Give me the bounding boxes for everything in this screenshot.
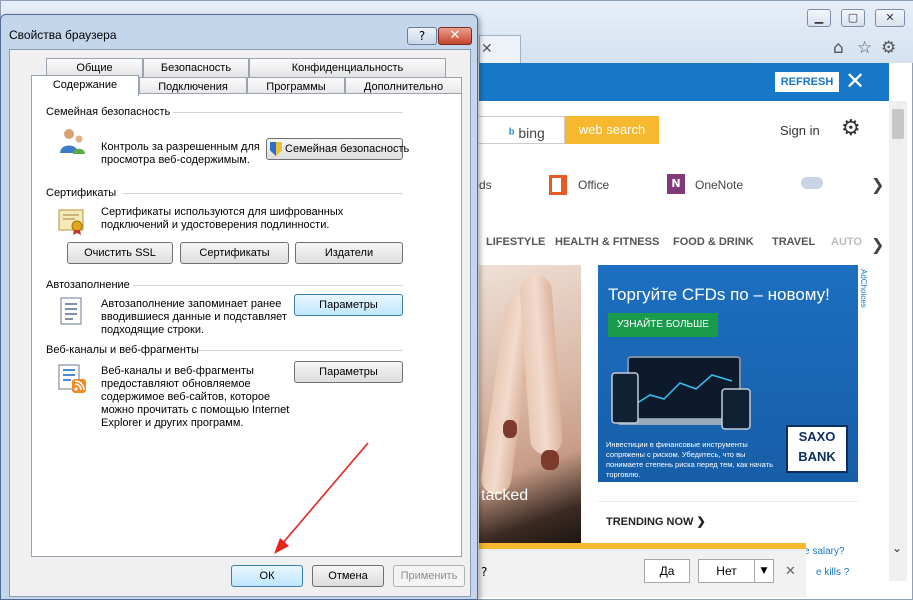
family-safety-desc: Контроль за разрешенным для просмотра ве…: [101, 141, 260, 166]
clear-ssl-button[interactable]: Очистить SSL: [67, 242, 173, 264]
family-safety-button-label: Семейная безопасность: [285, 143, 410, 155]
browser-properties-dialog: Свойства браузера ? ✕ Общие Безопасность…: [0, 14, 478, 600]
photo-finger: [518, 274, 564, 456]
advertisement[interactable]: Торгуйте CFDs по – новому! УЗНАЙТЕ БОЛЬШ…: [598, 265, 858, 482]
saxo-bank-logo: SAXO BANK: [786, 425, 848, 473]
trending-link[interactable]: e salary?: [804, 546, 845, 557]
web-search-button[interactable]: web search: [565, 116, 659, 144]
family-safety-icon: [60, 129, 85, 154]
ad-devices-image: [611, 356, 751, 430]
trending-link[interactable]: e kills ?: [816, 567, 849, 578]
bing-label: bing: [518, 125, 545, 141]
tab-privacy[interactable]: Конфиденциальность: [249, 58, 446, 77]
uac-shield-icon: [270, 142, 282, 156]
window-close-button[interactable]: ✕: [875, 9, 905, 27]
nav-item-health[interactable]: HEALTH & FITNESS: [555, 236, 659, 248]
bing-b-icon: ᵇ: [509, 125, 515, 141]
photo-caption[interactable]: tacked: [481, 487, 528, 505]
dialog-title: Свойства браузера: [9, 28, 117, 42]
nav-item-auto[interactable]: AUTO: [831, 236, 862, 248]
ad-learn-more-button[interactable]: УЗНАЙТЕ БОЛЬШЕ: [608, 313, 718, 337]
chevron-right-icon[interactable]: ❯: [871, 175, 884, 194]
certificates-desc: Сертификаты используются для шифрованных…: [101, 206, 344, 231]
publishers-button[interactable]: Издатели: [295, 242, 403, 264]
category-nav: LIFESTYLE HEALTH & FITNESS FOOD & DRINK …: [479, 231, 889, 255]
nav-item-food[interactable]: FOOD & DRINK: [673, 236, 754, 248]
certificate-icon: [58, 209, 84, 235]
home-icon[interactable]: ⌂: [833, 38, 844, 58]
apps-row: ds Office N OneNote ❯: [479, 171, 889, 205]
certificates-button[interactable]: Сертификаты: [180, 242, 289, 264]
app-item-partial[interactable]: ds: [479, 178, 492, 192]
autofill-settings-button[interactable]: Параметры: [294, 294, 403, 316]
feeds-desc: Веб-каналы и веб-фрагменты предоставляют…: [101, 365, 290, 429]
notification-no-button[interactable]: Нет: [698, 559, 755, 583]
ok-button[interactable]: ОК: [231, 565, 303, 587]
maximize-button[interactable]: ▢: [841, 9, 865, 27]
certificates-title: Сертификаты: [46, 187, 117, 199]
search-input[interactable]: ᵇ bing: [479, 116, 565, 144]
trending-title[interactable]: TRENDING NOW ❯: [606, 515, 706, 528]
divider: [199, 350, 403, 351]
ad-title: Торгуйте CFDs по – новому!: [608, 285, 830, 304]
chevron-right-icon[interactable]: ❯: [871, 235, 884, 254]
dialog-close-button[interactable]: ✕: [438, 27, 472, 45]
bing-logo: ᵇ bing: [509, 125, 545, 141]
apply-button[interactable]: Применить: [393, 565, 465, 587]
notification-question: ?: [481, 565, 488, 579]
close-icon[interactable]: ✕: [785, 564, 796, 579]
feeds-title: Веб-каналы и веб-фрагменты: [46, 344, 199, 356]
autofill-icon: [60, 297, 82, 325]
ad-disclaimer: Инвестиции в финансовые инструменты сопр…: [606, 440, 773, 479]
close-icon[interactable]: ✕: [845, 67, 865, 95]
adchoices-link[interactable]: AdChoices: [858, 269, 868, 308]
app-item-onenote[interactable]: OneNote: [695, 178, 743, 192]
photo-nail: [503, 420, 517, 438]
tab-content[interactable]: Содержание: [31, 75, 139, 96]
divider: [173, 112, 403, 113]
family-safety-title: Семейная безопасность: [46, 106, 171, 118]
vertical-scrollbar[interactable]: ⌄: [889, 101, 907, 581]
divider: [123, 193, 403, 194]
office-icon[interactable]: [549, 175, 567, 195]
divider: [133, 285, 403, 286]
autofill-desc: Автозаполнение запоминает ранее вводивши…: [101, 298, 287, 336]
cancel-button[interactable]: Отмена: [312, 565, 384, 587]
trending-section: TRENDING NOW ❯: [598, 501, 858, 546]
onedrive-icon[interactable]: [801, 177, 823, 189]
settings-gear-icon[interactable]: ⚙: [841, 116, 861, 141]
tab-security[interactable]: Безопасность: [143, 58, 249, 77]
help-button[interactable]: ?: [407, 27, 437, 45]
dropdown-arrow-icon[interactable]: ▼: [754, 559, 774, 583]
feeds-settings-button[interactable]: Параметры: [294, 361, 403, 383]
favorites-star-icon[interactable]: ☆: [857, 38, 872, 58]
nav-item-travel[interactable]: TRAVEL: [772, 236, 815, 248]
saxo-logo-line2: BANK: [798, 449, 836, 464]
app-item-office[interactable]: Office: [578, 178, 609, 192]
tools-gear-icon[interactable]: ⚙: [881, 38, 896, 58]
onenote-icon[interactable]: N: [667, 174, 685, 194]
family-safety-button[interactable]: Семейная безопасность: [266, 138, 409, 160]
feeds-icon: [58, 364, 86, 393]
refresh-button[interactable]: REFRESH: [775, 72, 839, 92]
tab-close-icon[interactable]: ✕: [481, 41, 493, 57]
saxo-logo-line1: SAXO: [798, 429, 836, 444]
scroll-thumb[interactable]: [892, 109, 904, 139]
sign-in-link[interactable]: Sign in: [780, 123, 820, 138]
notification-yes-button[interactable]: Да: [644, 559, 690, 583]
nav-item-lifestyle[interactable]: LIFESTYLE: [486, 236, 545, 248]
chevron-down-icon[interactable]: ⌄: [892, 541, 902, 555]
bing-notification-bar: REFRESH ✕: [479, 63, 889, 101]
search-row: ᵇ bing web search Sign in ⚙: [479, 113, 889, 147]
photo-nail: [541, 450, 559, 470]
minimize-button[interactable]: ▁: [807, 9, 831, 27]
autofill-title: Автозаполнение: [46, 279, 130, 291]
